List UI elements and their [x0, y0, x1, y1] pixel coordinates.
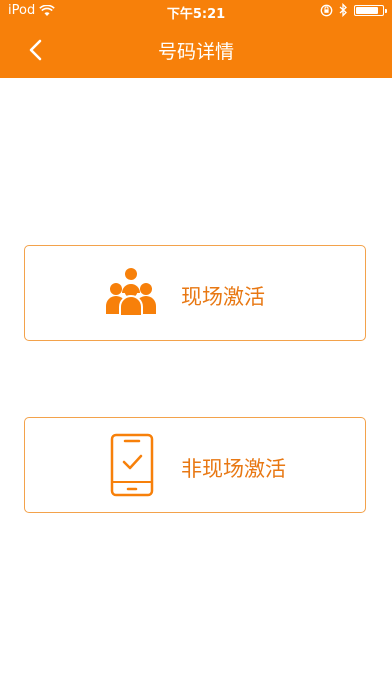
battery-icon [354, 4, 387, 16]
status-bar: iPod 下午5:21 [0, 0, 392, 22]
remote-activation-label: 非现场激活 [181, 457, 286, 481]
group-people-icon [106, 268, 156, 317]
phone-check-icon [110, 433, 154, 497]
onsite-activation-label: 现场激活 [181, 285, 265, 309]
status-bar-right [320, 3, 387, 17]
page-title: 号码详情 [157, 41, 234, 63]
nav-bar: 号码详情 [0, 22, 392, 78]
rotation-lock-icon [320, 4, 333, 16]
onsite-activation-button[interactable]: 现场激活 [24, 245, 366, 341]
battery-level [356, 6, 379, 14]
remote-activation-button[interactable]: 非现场激活 [24, 417, 366, 513]
bluetooth-icon [339, 3, 347, 17]
